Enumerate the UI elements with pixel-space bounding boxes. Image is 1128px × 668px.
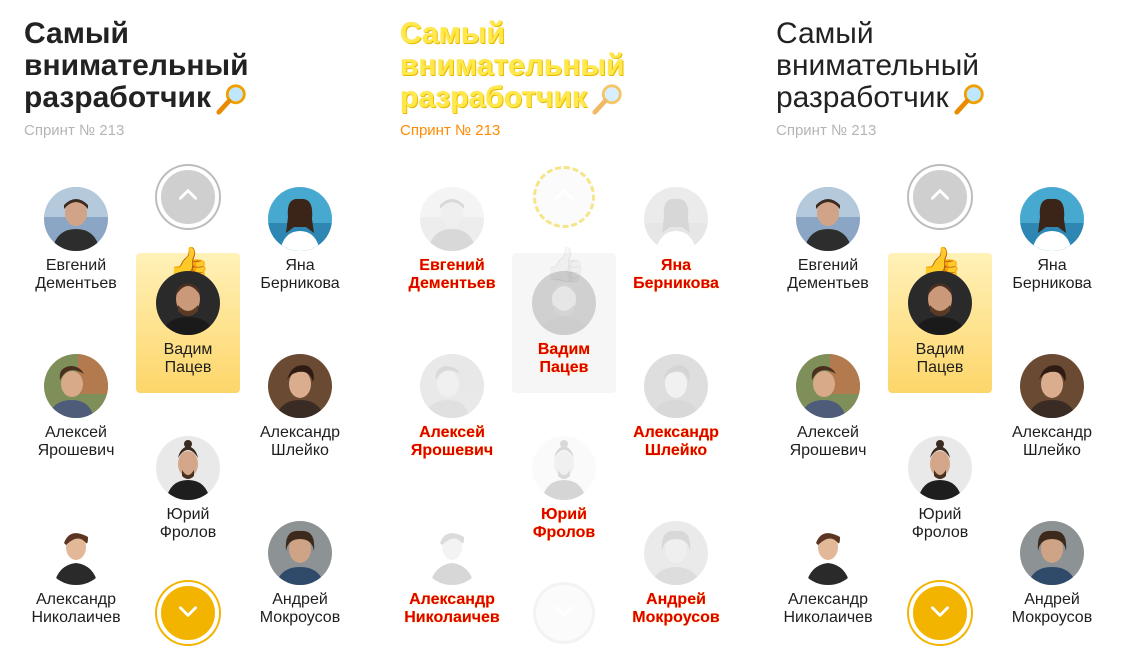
scroll-down-button[interactable] xyxy=(533,582,595,644)
avatar xyxy=(44,521,108,585)
avatar xyxy=(268,521,332,585)
person-name: Вадим Пацев xyxy=(915,341,965,376)
magnifier-icon xyxy=(215,82,249,123)
person-name: Евгений Дементьев xyxy=(35,257,117,292)
magnifier-icon xyxy=(953,82,987,123)
avatar xyxy=(532,271,596,335)
person-yana[interactable]: Яна Берникова xyxy=(621,187,731,293)
person-nikolaichev[interactable]: Александр Николаичев xyxy=(397,521,507,627)
person-name: Андрей Мокроусов xyxy=(259,591,341,626)
avatar xyxy=(420,354,484,418)
person-name: Алексей Ярошевич xyxy=(37,424,115,459)
avatar xyxy=(644,187,708,251)
person-name: Александр Шлейко xyxy=(259,424,341,459)
avatar xyxy=(908,271,972,335)
avatar xyxy=(420,187,484,251)
person-name: Евгений Дементьев xyxy=(408,257,496,292)
avatar xyxy=(644,521,708,585)
person-shleyko[interactable]: Александр Шлейко xyxy=(621,354,731,460)
avatar xyxy=(44,354,108,418)
person-vadim[interactable]: Вадим Пацев xyxy=(133,271,243,377)
avatar xyxy=(268,187,332,251)
page-title: Самый внимательный разработчик xyxy=(24,18,249,123)
person-name: Андрей Мокроусов xyxy=(1011,591,1093,626)
person-nikolaichev[interactable]: Александр Николаичев xyxy=(21,521,131,627)
person-andrey[interactable]: Андрей Мокроусов xyxy=(245,521,355,627)
person-yuriy[interactable]: Юрий Фролов xyxy=(509,436,619,542)
person-name: Юрий Фролов xyxy=(911,506,969,541)
person-andrey[interactable]: Андрей Мокроусов xyxy=(621,521,731,627)
scroll-up-button[interactable] xyxy=(157,166,219,228)
person-name: Александр Николаичев xyxy=(31,591,121,626)
scroll-down-button[interactable] xyxy=(157,582,219,644)
person-name: Александр Шлейко xyxy=(1011,424,1093,459)
person-yuriy[interactable]: Юрий Фролов xyxy=(133,436,243,542)
person-yana[interactable]: Яна Берникова xyxy=(245,187,355,293)
avatar xyxy=(268,354,332,418)
person-name: Вадим Пацев xyxy=(537,341,591,376)
avatar xyxy=(1020,521,1084,585)
avatar xyxy=(156,271,220,335)
person-name: Алексей Ярошевич xyxy=(410,424,494,459)
person-vadim[interactable]: Вадим Пацев xyxy=(509,271,619,377)
person-name: Евгений Дементьев xyxy=(787,257,869,292)
avatar xyxy=(908,436,972,500)
chevron-down-icon xyxy=(927,598,953,629)
sprint-subtitle: Спринт № 213 xyxy=(776,122,877,139)
person-aleksey[interactable]: Алексей Ярошевич xyxy=(397,354,507,460)
chevron-up-icon xyxy=(927,182,953,213)
person-nikolaichev[interactable]: Александр Николаичев xyxy=(773,521,883,627)
person-evgeniy[interactable]: Евгений Дементьев xyxy=(773,187,883,293)
avatar xyxy=(532,436,596,500)
avatar xyxy=(796,521,860,585)
page-title: Самый внимательный разработчик xyxy=(400,18,625,123)
chevron-up-icon xyxy=(551,182,577,213)
person-shleyko[interactable]: Александр Шлейко xyxy=(245,354,355,460)
magnifier-icon xyxy=(591,82,625,123)
person-vadim[interactable]: Вадим Пацев xyxy=(885,271,995,377)
person-name: Алексей Ярошевич xyxy=(789,424,867,459)
person-aleksey[interactable]: Алексей Ярошевич xyxy=(21,354,131,460)
person-name: Вадим Пацев xyxy=(163,341,213,376)
scroll-down-button[interactable] xyxy=(909,582,971,644)
person-name: Юрий Фролов xyxy=(532,506,596,541)
scroll-up-button[interactable] xyxy=(533,166,595,228)
avatar xyxy=(1020,354,1084,418)
avatar xyxy=(796,187,860,251)
scroll-up-button[interactable] xyxy=(909,166,971,228)
person-name: Юрий Фролов xyxy=(159,506,217,541)
person-yana[interactable]: Яна Берникова xyxy=(997,187,1107,293)
avatar xyxy=(644,354,708,418)
sprint-subtitle: Спринт № 213 xyxy=(24,122,125,139)
person-name: Яна Берникова xyxy=(633,257,719,292)
person-aleksey[interactable]: Алексей Ярошевич xyxy=(773,354,883,460)
avatar xyxy=(1020,187,1084,251)
person-name: Яна Берникова xyxy=(1012,257,1092,292)
panel-ghost: Самый внимательный разработчик Спринт № … xyxy=(376,0,752,668)
sprint-subtitle: Спринт № 213 xyxy=(400,122,501,139)
person-shleyko[interactable]: Александр Шлейко xyxy=(997,354,1107,460)
chevron-down-icon xyxy=(551,598,577,629)
page-title: Самый внимательный разработчик xyxy=(776,18,987,123)
person-yuriy[interactable]: Юрий Фролов xyxy=(885,436,995,542)
person-name: Александр Шлейко xyxy=(633,424,719,459)
person-name: Андрей Мокроусов xyxy=(632,591,720,626)
avatar xyxy=(796,354,860,418)
avatar xyxy=(44,187,108,251)
person-andrey[interactable]: Андрей Мокроусов xyxy=(997,521,1107,627)
person-name: Александр Николаичев xyxy=(404,591,500,626)
person-evgeniy[interactable]: Евгений Дементьев xyxy=(21,187,131,293)
avatar xyxy=(420,521,484,585)
avatar xyxy=(156,436,220,500)
person-name: Яна Берникова xyxy=(260,257,340,292)
person-evgeniy[interactable]: Евгений Дементьев xyxy=(397,187,507,293)
panel-bold: Самый внимательный разработчик Спринт № … xyxy=(0,0,376,668)
person-name: Александр Николаичев xyxy=(783,591,873,626)
panel-light: Самый внимательный разработчик Спринт № … xyxy=(752,0,1128,668)
chevron-down-icon xyxy=(175,598,201,629)
chevron-up-icon xyxy=(175,182,201,213)
